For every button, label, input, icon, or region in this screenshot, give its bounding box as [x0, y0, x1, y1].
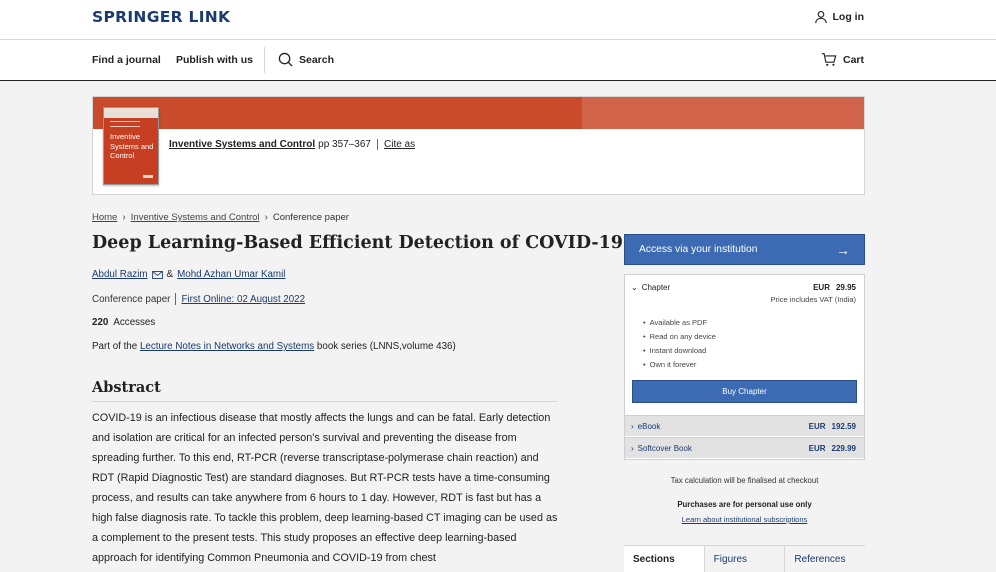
section-tabs: Sections Figures References	[624, 545, 866, 572]
accesses-number: 220	[92, 317, 109, 328]
author-separator: &	[166, 269, 174, 280]
banner-stripe	[93, 97, 582, 129]
cover-stripe	[104, 108, 158, 118]
tab-sections[interactable]: Sections	[624, 546, 704, 572]
vat-note: Price includes VAT (India)	[770, 295, 856, 304]
book-cover[interactable]: Inventive Systems and Control	[103, 107, 159, 185]
login-label: Log in	[832, 11, 865, 23]
envelope-icon[interactable]	[151, 270, 163, 279]
springer-link-logo[interactable]: SPRINGER LINK	[92, 8, 230, 26]
article-meta: Conference paper First Online: 02 August…	[92, 293, 305, 305]
breadcrumb: Home › Inventive Systems and Control › C…	[92, 212, 349, 223]
currency: EUR	[813, 283, 830, 292]
article-type: Conference paper	[92, 293, 171, 305]
ebook-option[interactable]: › eBook EUR 192.59	[625, 415, 864, 436]
book-title-link[interactable]: Inventive Systems and Control	[169, 139, 315, 150]
feature-item: Available as PDF	[643, 318, 707, 327]
softcover-price: EUR 229.99	[809, 444, 856, 453]
search-icon	[278, 52, 293, 67]
book-info-line: Inventive Systems and Control pp 357–367…	[169, 139, 415, 150]
abstract-heading: Abstract	[92, 379, 161, 396]
book-pages: pp 357–367	[318, 139, 371, 150]
softcover-label: › Softcover Book	[631, 444, 692, 453]
divider	[377, 139, 378, 150]
book-banner: Inventive Systems and Control Inventive …	[92, 96, 865, 195]
search-button[interactable]: Search	[278, 52, 334, 67]
price-value: 192.59	[831, 422, 856, 431]
purchase-box: ⌄ Chapter EUR 29.95 Price includes VAT (I…	[624, 274, 865, 460]
access-via-institution-button[interactable]: Access via your institution →	[624, 234, 865, 265]
part-of-prefix: Part of the	[92, 341, 138, 352]
top-bar: SPRINGER LINK Log in	[0, 0, 996, 40]
main-content: Inventive Systems and Control Inventive …	[0, 81, 996, 572]
accesses-label: Accesses	[113, 317, 156, 328]
first-online-link[interactable]: First Online: 02 August 2022	[181, 294, 305, 305]
nav-bar: Find a journal Publish with us Search Ca…	[0, 40, 996, 81]
chevron-right-icon: ›	[264, 212, 268, 223]
chapter-label: Chapter	[641, 283, 671, 292]
tab-references[interactable]: References	[784, 546, 866, 572]
divider	[175, 293, 177, 305]
chevron-right-icon: ›	[631, 444, 634, 453]
personal-use-note: Purchases are for personal use only	[677, 500, 812, 509]
banner-stripe-light	[582, 97, 864, 129]
chevron-right-icon: ›	[122, 212, 126, 223]
access-button-label: Access via your institution	[639, 244, 758, 255]
publish-link[interactable]: Publish with us	[176, 54, 253, 66]
user-icon	[814, 11, 827, 24]
feature-item: Instant download	[643, 346, 707, 355]
author-list: Abdul Razim & Mohd Azhan Umar Kamil	[92, 269, 285, 280]
divider	[92, 401, 557, 402]
chapter-toggle[interactable]: ⌄ Chapter	[631, 283, 670, 292]
feature-item: Own it forever	[643, 360, 697, 369]
tax-note: Tax calculation will be finalised at che…	[670, 476, 819, 485]
search-label: Search	[299, 53, 335, 66]
cart-icon	[821, 53, 837, 66]
cite-as-link[interactable]: Cite as	[384, 139, 415, 150]
series-link[interactable]: Lecture Notes in Networks and Systems	[140, 341, 314, 352]
breadcrumb-book[interactable]: Inventive Systems and Control	[131, 212, 260, 223]
institutional-subscriptions-link[interactable]: Learn about institutional subscriptions	[624, 515, 865, 524]
softcover-option[interactable]: › Softcover Book EUR 229.99	[625, 437, 864, 458]
chevron-down-icon: ⌄	[631, 283, 638, 292]
tab-figures[interactable]: Figures	[703, 546, 785, 572]
author-link[interactable]: Abdul Razim	[92, 269, 148, 280]
chapter-price: EUR 29.95	[813, 283, 856, 292]
price-value: 29.95	[835, 283, 856, 292]
login-button[interactable]: Log in	[814, 10, 865, 24]
option-label: Softcover Book	[637, 444, 692, 453]
cover-title: Inventive Systems and Control	[110, 132, 154, 160]
series-suffix: book series (LNNS,volume 436)	[316, 341, 456, 352]
currency: EUR	[808, 444, 826, 453]
buy-chapter-button[interactable]: Buy Chapter	[632, 380, 857, 403]
article-title: Deep Learning-Based Efficient Detection …	[92, 233, 623, 253]
feature-item: Read on any device	[643, 332, 716, 341]
abstract-text: COVID-19 is an infectious disease that m…	[92, 412, 558, 564]
author-link[interactable]: Mohd Azhan Umar Kamil	[177, 269, 285, 280]
breadcrumb-home[interactable]: Home	[92, 212, 117, 223]
nav-divider	[264, 47, 265, 73]
arrow-right-icon: →	[836, 241, 850, 258]
ebook-price: EUR 192.59	[809, 422, 856, 431]
find-journal-link[interactable]: Find a journal	[92, 54, 161, 66]
cart-label: Cart	[842, 53, 864, 66]
currency: EUR	[808, 422, 826, 431]
price-value: 229.99	[831, 444, 856, 453]
breadcrumb-current: Conference paper	[272, 212, 349, 223]
series-info: Part of the Lecture Notes in Networks an…	[92, 341, 456, 352]
option-label: eBook	[637, 422, 661, 431]
chevron-right-icon: ›	[631, 422, 634, 431]
cover-publisher-mark	[143, 175, 153, 178]
accesses-count: 220 Accesses	[92, 317, 155, 328]
cover-lines	[110, 121, 140, 127]
cart-button[interactable]: Cart	[821, 52, 864, 67]
ebook-label: › eBook	[631, 422, 660, 431]
